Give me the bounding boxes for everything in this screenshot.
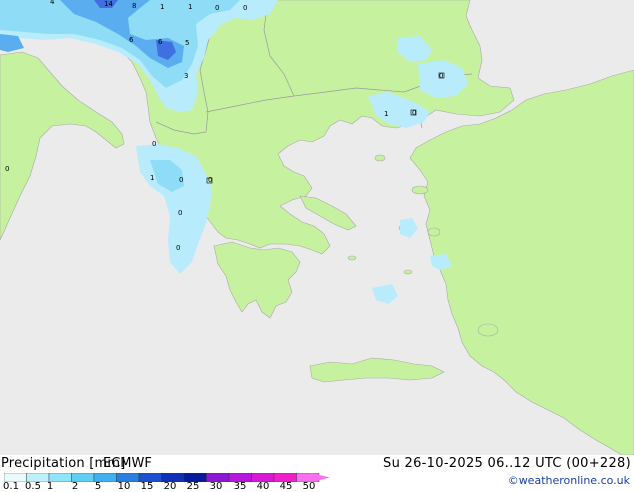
map-label: 0 bbox=[243, 4, 247, 12]
map-label: 1 bbox=[188, 3, 192, 11]
scale-tick-label: 35 bbox=[233, 481, 247, 492]
map-label: 6 bbox=[158, 38, 163, 46]
scale-tick-label: 45 bbox=[279, 481, 293, 492]
scale-tick-label: 25 bbox=[186, 481, 200, 492]
map-label: 8 bbox=[132, 2, 136, 10]
scale-tick-label: 0.1 bbox=[3, 481, 19, 492]
map-label: 4 bbox=[50, 0, 55, 6]
map-label: 0 bbox=[215, 4, 219, 12]
scale-tick-label: 15 bbox=[140, 481, 154, 492]
map-label: 1 bbox=[150, 174, 154, 182]
scale-tick-label: 5 bbox=[94, 481, 102, 492]
credit-link[interactable]: ©weatheronline.co.uk bbox=[508, 474, 630, 487]
map-label: 0 bbox=[152, 140, 156, 148]
scale-tick-label: 2 bbox=[71, 481, 79, 492]
scale-tick-label: 1 bbox=[46, 481, 54, 492]
footer-bar: Precipitation [mm] ECMWF Su 26-10-2025 0… bbox=[0, 455, 634, 492]
map-label: 6 bbox=[129, 36, 134, 44]
map-label: 3 bbox=[184, 72, 188, 80]
map-label: 14 bbox=[104, 0, 113, 8]
map-label: 1 bbox=[160, 3, 164, 11]
scale-tick-label: 0.5 bbox=[25, 481, 41, 492]
map-label: 5 bbox=[185, 39, 189, 47]
map-label: 0 bbox=[179, 176, 183, 184]
valid-time: Su 26-10-2025 06..12 UTC (00+228) bbox=[383, 456, 631, 471]
scale-tick-label: 50 bbox=[302, 481, 316, 492]
scale-tick-label: 30 bbox=[209, 481, 223, 492]
precipitation-map-view: 4 14 8 1 1 0 0 6 6 5 3 0 1 0 0 0 1 0 0 0… bbox=[0, 0, 634, 492]
scale-tick-label: 10 bbox=[117, 481, 131, 492]
map-canvas: 4 14 8 1 1 0 0 6 6 5 3 0 1 0 0 0 1 0 0 0… bbox=[0, 0, 634, 455]
model-name: ECMWF bbox=[103, 456, 152, 471]
map-label: 0 bbox=[178, 209, 182, 217]
scale-tick-label: 40 bbox=[256, 481, 270, 492]
map-label: 0 bbox=[5, 165, 9, 173]
map-label: 1 bbox=[384, 110, 388, 118]
scale-tick-label: 20 bbox=[163, 481, 177, 492]
map-label: 0 bbox=[176, 244, 180, 252]
